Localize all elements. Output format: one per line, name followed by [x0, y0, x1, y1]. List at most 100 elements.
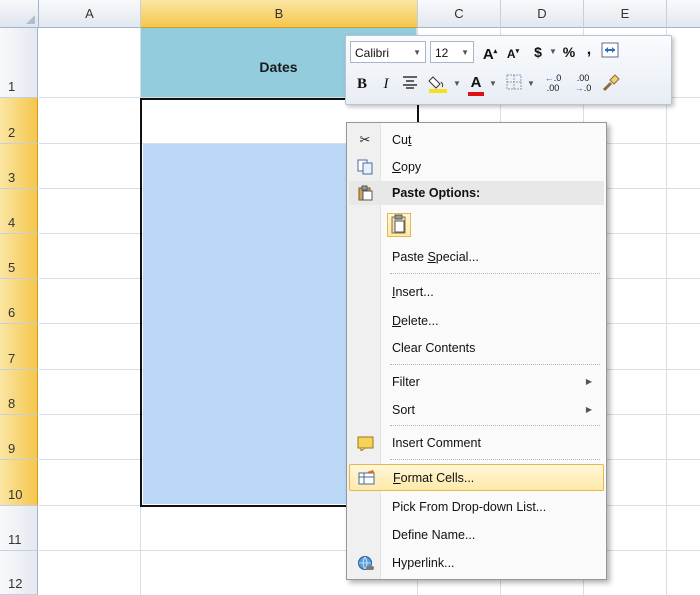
column-header-e[interactable]: E	[584, 0, 667, 28]
row-number: 6	[8, 305, 16, 320]
font-color-swatch	[468, 92, 484, 96]
center-align-button[interactable]	[400, 74, 420, 96]
italic-button[interactable]: I	[378, 73, 394, 95]
menu-item-cut[interactable]: ✂ Cut	[349, 127, 604, 153]
menu-item-delete[interactable]: Delete...	[349, 308, 604, 334]
comma-button[interactable]: ,	[582, 39, 596, 61]
fill-color-button[interactable]	[426, 73, 450, 95]
column-header-c[interactable]: C	[418, 0, 501, 28]
copy-icon	[357, 159, 373, 175]
menu-item-define-name[interactable]: Define Name...	[349, 522, 604, 548]
percent-button[interactable]: %	[560, 41, 578, 63]
menu-separator	[390, 425, 600, 426]
grow-font-button[interactable]: A▴	[480, 41, 500, 63]
chevron-down-icon: ▼	[461, 48, 469, 57]
menu-item-label: Pick From Drop-down List...	[392, 500, 547, 514]
font-size-box[interactable]: 12 ▼	[430, 41, 474, 63]
paste-option-button[interactable]	[387, 213, 411, 237]
row-header-9[interactable]: 9	[0, 415, 38, 460]
row-header-6[interactable]: 6	[0, 279, 38, 324]
font-color-icon: A	[470, 74, 482, 91]
menu-item-sort[interactable]: Sort ▶	[349, 397, 604, 423]
row-number: 2	[8, 125, 16, 140]
menu-item-label: Hyperlink...	[392, 556, 455, 570]
accelerator-key: D	[392, 314, 402, 328]
menu-item-insert[interactable]: Insert...	[349, 279, 604, 305]
row-header-12[interactable]: 12	[0, 551, 38, 595]
shrink-font-icon: A	[506, 47, 516, 61]
font-name-box[interactable]: Calibri ▼	[350, 41, 426, 63]
chevron-down-icon[interactable]: ▼	[488, 73, 498, 95]
menu-separator	[390, 459, 600, 460]
format-painter-icon	[602, 74, 620, 92]
shrink-font-button[interactable]: A▾	[504, 41, 522, 63]
menu-item-label: Insert Comment	[392, 436, 481, 450]
merge-center-button[interactable]	[600, 42, 620, 60]
menu-item-pick-from-dropdown[interactable]: Pick From Drop-down List...	[349, 494, 604, 520]
chevron-down-icon[interactable]: ▼	[548, 41, 558, 63]
scissors-icon: ✂	[359, 132, 371, 147]
menu-item-label: Copy	[392, 160, 422, 174]
grow-font-icon: A	[482, 46, 494, 63]
align-center-icon	[403, 76, 417, 89]
menu-item-insert-comment[interactable]: Insert Comment	[349, 430, 604, 456]
decrease-decimal-button[interactable]: .00 →.0	[570, 73, 596, 95]
menu-item-filter[interactable]: Filter ▶	[349, 369, 604, 395]
menu-header-paste-options: Paste Options:	[349, 181, 604, 205]
menu-item-label: Insert...	[392, 285, 434, 299]
row-header-5[interactable]: 5	[0, 234, 38, 279]
format-painter-button[interactable]	[600, 73, 622, 95]
font-color-button[interactable]: A	[466, 72, 486, 96]
row-number: 8	[8, 396, 16, 411]
bold-button[interactable]: B	[354, 73, 370, 95]
menu-item-label: Clear Contents	[392, 341, 476, 355]
menu-item-format-cells[interactable]: Format Cells...	[349, 464, 604, 491]
row-header-11[interactable]: 11	[0, 506, 38, 551]
menu-item-clear-contents[interactable]: Clear Contents	[349, 335, 604, 361]
accelerator-key: I	[392, 285, 396, 299]
menu-separator	[390, 273, 600, 274]
row-header-4[interactable]: 4	[0, 189, 38, 234]
column-header-bar: A B C D E	[0, 0, 700, 28]
row-header-7[interactable]: 7	[0, 324, 38, 370]
menu-item-label: Format Cells...	[393, 471, 475, 485]
column-header-d[interactable]: D	[501, 0, 584, 28]
row-header-10[interactable]: 10	[0, 460, 38, 506]
row-number: 1	[8, 79, 16, 94]
select-all-corner[interactable]	[0, 0, 39, 28]
select-all-triangle-icon	[26, 15, 35, 24]
column-header-a[interactable]: A	[39, 0, 141, 28]
row-number: 4	[8, 215, 16, 230]
row-number: 12	[8, 576, 23, 591]
borders-button[interactable]	[504, 74, 524, 96]
row-header-8[interactable]: 8	[0, 370, 38, 415]
accelerator-key: t	[407, 133, 412, 147]
clipboard-icon	[391, 214, 406, 234]
format-cells-icon	[358, 470, 375, 486]
column-header-f[interactable]	[667, 0, 700, 28]
chevron-down-icon[interactable]: ▼	[452, 73, 462, 95]
row-number: 11	[8, 532, 22, 547]
column-header-b[interactable]: B	[141, 0, 418, 28]
merge-center-icon	[601, 42, 619, 58]
increase-decimal-button[interactable]: ←.0.00	[540, 73, 566, 95]
submenu-arrow-icon: ▶	[585, 377, 592, 386]
accelerator-key: F	[393, 471, 401, 485]
row-number: 7	[8, 351, 16, 366]
menu-item-label: Define Name...	[392, 528, 476, 542]
currency-button[interactable]: $	[530, 41, 546, 63]
comment-icon	[357, 435, 374, 452]
menu-item-copy[interactable]: Copy	[349, 154, 604, 180]
row-header-2[interactable]: 2	[0, 98, 38, 144]
paste-icon	[357, 185, 373, 201]
menu-item-paste-special[interactable]: Paste Special...	[349, 244, 604, 270]
borders-icon	[506, 74, 522, 90]
menu-item-hyperlink[interactable]: Hyperlink...	[349, 550, 604, 576]
row-header-3[interactable]: 3	[0, 144, 38, 189]
chevron-down-icon[interactable]: ▼	[526, 73, 536, 95]
row-number: 3	[8, 170, 16, 185]
menu-item-label: Paste Special...	[392, 250, 479, 264]
row-number: 9	[8, 441, 16, 456]
menu-separator	[390, 364, 600, 365]
row-header-1[interactable]: 1	[0, 28, 38, 98]
